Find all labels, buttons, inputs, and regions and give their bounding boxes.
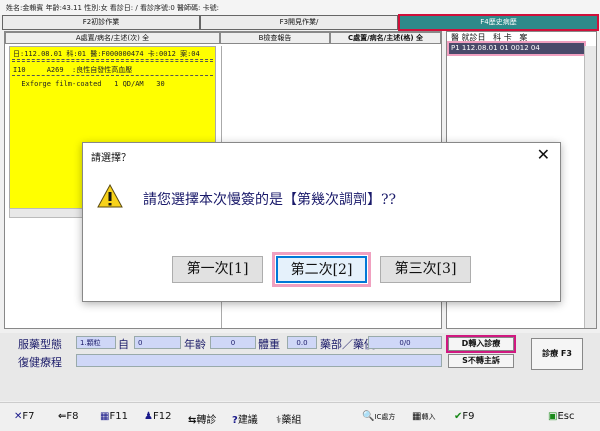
divider	[12, 59, 213, 60]
f9-label: F9	[462, 411, 475, 422]
drug-group-key[interactable]: ⚕藥組	[276, 411, 301, 426]
esc-label: Esc	[557, 411, 575, 422]
self-label: 自	[118, 338, 129, 351]
import-key[interactable]: ▦轉入	[412, 411, 435, 422]
rehab-field[interactable]	[76, 354, 442, 367]
import-label: 轉入	[421, 413, 436, 421]
diagnose-button[interactable]: 診療 F3	[531, 338, 583, 370]
warning-icon	[97, 184, 123, 208]
pharmacy-field[interactable]: 0/0	[368, 336, 442, 349]
dosage-label: 服藥型態	[18, 338, 62, 351]
record-header-line: 日:112.08.01 科:01 醫:F000000474 卡:0012 案:0…	[13, 50, 200, 58]
f7-key[interactable]: ✕F7	[14, 411, 35, 422]
bottom-form: 服藥型態 1.顆粒 自 0 年齡 0 體重 0.0 藥部／藥優 0/0 復健療程…	[0, 333, 600, 401]
f11-key[interactable]: ▦F11	[100, 411, 128, 422]
f12-key[interactable]: ♟F12	[144, 411, 171, 422]
f8-key[interactable]: ⇐F8	[58, 411, 79, 422]
first-dispense-button[interactable]: 第一次[1]	[172, 256, 263, 283]
ic-prescription-label: 處方	[381, 413, 396, 421]
subtab-exam-report[interactable]: B檢查報告	[220, 32, 330, 44]
tab-exam[interactable]: F3開見作業/	[200, 15, 398, 30]
ic-prescription-key[interactable]: 🔍IC處方	[362, 411, 395, 422]
f7-label: F7	[22, 411, 35, 422]
diagnosis-line: I10 A269 :良性自發性高血壓	[13, 66, 133, 74]
weight-field[interactable]: 0.0	[287, 336, 317, 349]
vertical-scrollbar[interactable]	[584, 46, 596, 328]
patient-info-bar: 姓名:金賴賓 年齡:43.11 性別:女 看診日: / 看診序號:0 醫師碼: …	[0, 0, 600, 15]
tab-history[interactable]: F4歷史病歷	[398, 14, 599, 31]
rehab-label: 復健療程	[18, 356, 62, 369]
history-row[interactable]: P1 112.08.01 01 0012 04	[447, 41, 586, 56]
selection-dialog: 請選擇？ ✕ 請您選擇本次慢簽的是【第幾次調劑】?? 第一次[1] 第二次[2]…	[82, 142, 561, 302]
sub-tabs: A處置/病名/主述(次) 全 B檢查報告 C處置/病名/主述(格) 全	[5, 32, 441, 44]
function-key-bar: ✕F7 ⇐F8 ▦F11 ♟F12 ⇆轉診 ?建議 ⚕藥組 🔍IC處方 ▦轉入 …	[0, 402, 600, 431]
close-icon[interactable]: ✕	[537, 145, 550, 164]
self-field[interactable]: 0	[134, 336, 181, 349]
search-icon: 🔍	[362, 411, 375, 422]
drug-label: 藥組	[281, 415, 302, 426]
f11-label: F11	[109, 411, 128, 422]
age-label: 年齡	[184, 338, 206, 351]
dialog-title: 請選擇？	[91, 153, 131, 164]
no-transfer-button[interactable]: S不轉主訴	[448, 354, 514, 368]
transfer-label: 轉診	[196, 415, 217, 426]
import-diagnosis-button[interactable]: D轉入診療	[446, 335, 516, 353]
third-dispense-button[interactable]: 第三次[3]	[380, 256, 471, 283]
f8-label: F8	[66, 411, 79, 422]
transfer-key[interactable]: ⇆轉診	[188, 411, 216, 426]
medication-line: Exforge film-coated 1 QD/AM 30	[13, 80, 165, 88]
pharmacy-label: 藥部／藥優	[320, 338, 375, 351]
advice-key[interactable]: ?建議	[232, 411, 258, 426]
advice-label: 建議	[237, 415, 258, 426]
esc-key[interactable]: ▣Esc	[548, 411, 574, 422]
f9-key[interactable]: ✔F9	[454, 411, 475, 422]
patient-info-text: 姓名:金賴賓 年齡:43.11 性別:女 看診日: / 看診序號:0 醫師碼: …	[6, 4, 219, 12]
tab-first-visit[interactable]: F2初診作業	[2, 15, 200, 30]
weight-label: 體重	[258, 338, 280, 351]
dialog-message: 請您選擇本次慢簽的是【第幾次調劑】??	[143, 192, 397, 208]
subtab-treatment-grid[interactable]: C處置/病名/主述(格) 全	[330, 32, 441, 44]
f12-label: F12	[152, 411, 172, 422]
divider	[12, 75, 213, 76]
subtab-treatment-visit[interactable]: A處置/病名/主述(次) 全	[5, 32, 220, 44]
people-icon: ♟	[144, 411, 153, 422]
second-dispense-button[interactable]: 第二次[2]	[272, 252, 371, 287]
age-field[interactable]: 0	[210, 336, 256, 349]
main-tabs: F2初診作業 F3開見作業/ F4歷史病歷	[0, 14, 600, 31]
divider	[12, 61, 213, 62]
dosage-select[interactable]: 1.顆粒	[76, 336, 116, 349]
